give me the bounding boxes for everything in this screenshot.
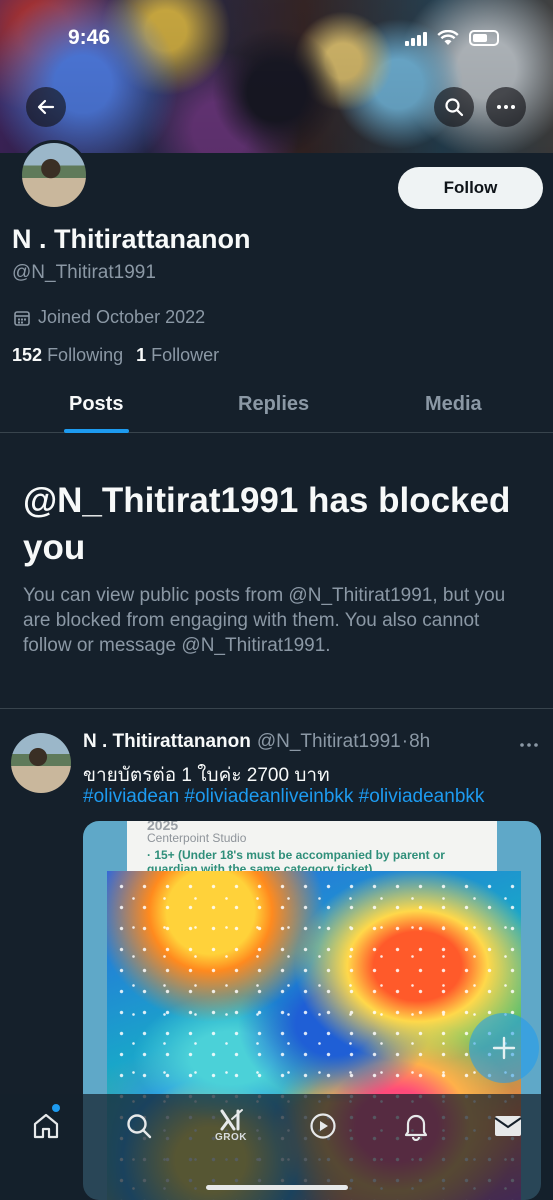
followers-link[interactable]: 1 Follower bbox=[136, 345, 219, 366]
joined-date: Joined October 2022 bbox=[13, 307, 205, 328]
post-more-button[interactable] bbox=[519, 732, 539, 753]
nav-home[interactable] bbox=[30, 1110, 62, 1142]
status-icons bbox=[405, 30, 499, 46]
tab-replies[interactable]: Replies bbox=[238, 393, 309, 416]
post-author-avatar[interactable] bbox=[11, 733, 71, 793]
joined-text: Joined October 2022 bbox=[38, 307, 206, 327]
tab-media[interactable]: Media bbox=[425, 393, 482, 416]
home-icon bbox=[33, 1113, 59, 1139]
nav-notifications[interactable] bbox=[400, 1110, 432, 1142]
post-time: 8h bbox=[409, 731, 431, 752]
home-notification-dot bbox=[52, 1104, 60, 1112]
bottom-navigation: GROK bbox=[0, 1094, 553, 1200]
cellular-signal-icon bbox=[405, 30, 427, 46]
follow-button[interactable]: Follow bbox=[398, 167, 543, 209]
battery-icon bbox=[469, 30, 499, 46]
arrow-left-icon bbox=[37, 99, 55, 115]
back-button[interactable] bbox=[26, 87, 66, 127]
followers-label: Follower bbox=[151, 345, 220, 365]
post-meta-separator: · bbox=[401, 731, 409, 752]
status-time: 9:46 bbox=[68, 26, 111, 49]
blocked-description: You can view public posts from @N_Thitir… bbox=[23, 585, 506, 656]
nav-video[interactable] bbox=[307, 1110, 339, 1142]
tab-posts[interactable]: Posts bbox=[69, 393, 123, 416]
profile-display-name: N . Thitirattananon bbox=[12, 224, 251, 254]
more-horizontal-icon bbox=[497, 105, 515, 109]
mail-icon bbox=[494, 1116, 522, 1136]
profile-tabs: Posts Replies Media bbox=[0, 380, 553, 433]
blocked-title: @N_Thitirat1991 has blocked you bbox=[23, 481, 511, 567]
post-author-handle[interactable]: @N_Thitirat1991 bbox=[257, 731, 401, 753]
following-count: 152 bbox=[12, 345, 43, 365]
ticket-venue-line: Centerpoint Studio bbox=[147, 831, 246, 845]
following-label: Following bbox=[47, 345, 124, 365]
more-horizontal-icon bbox=[520, 743, 538, 747]
profile-avatar[interactable] bbox=[19, 140, 89, 210]
home-indicator bbox=[206, 1185, 348, 1190]
post-header: N . Thitirattananon @N_Thitirat1991 · 8h bbox=[83, 731, 430, 753]
followers-count: 1 bbox=[136, 345, 147, 365]
nav-grok[interactable]: GROK bbox=[214, 1102, 248, 1148]
search-icon bbox=[445, 98, 464, 117]
compose-post-button[interactable] bbox=[469, 1013, 539, 1083]
wifi-icon bbox=[437, 30, 459, 45]
post-hashtags[interactable]: #oliviadean #oliviadeanliveinbkk #olivia… bbox=[83, 786, 484, 808]
nav-search[interactable] bbox=[123, 1110, 155, 1142]
following-link[interactable]: 152 Following bbox=[12, 345, 123, 366]
ticket-venue: Centerpoint Studio bbox=[147, 831, 247, 845]
grok-icon bbox=[220, 1109, 243, 1131]
follow-stats: 152 Following 1 Follower bbox=[12, 345, 219, 366]
profile-banner[interactable] bbox=[0, 0, 553, 153]
profile-handle: @N_Thitirat1991 bbox=[12, 262, 156, 283]
video-play-icon bbox=[310, 1113, 336, 1139]
divider bbox=[0, 708, 553, 709]
calendar-icon bbox=[14, 310, 30, 326]
search-button[interactable] bbox=[434, 87, 474, 127]
plus-icon bbox=[492, 1036, 516, 1060]
grok-label: GROK bbox=[215, 1132, 247, 1143]
status-bar: 9:46 bbox=[0, 26, 553, 56]
bell-icon bbox=[404, 1114, 428, 1141]
post-author-name[interactable]: N . Thitirattananon bbox=[83, 731, 251, 753]
nav-messages[interactable] bbox=[492, 1110, 524, 1142]
active-tab-indicator bbox=[64, 429, 129, 433]
search-icon bbox=[127, 1114, 152, 1139]
ticket-screenshot: 2025 Centerpoint Studio · 15+ (Under 18'… bbox=[127, 821, 497, 876]
more-options-button[interactable] bbox=[486, 87, 526, 127]
